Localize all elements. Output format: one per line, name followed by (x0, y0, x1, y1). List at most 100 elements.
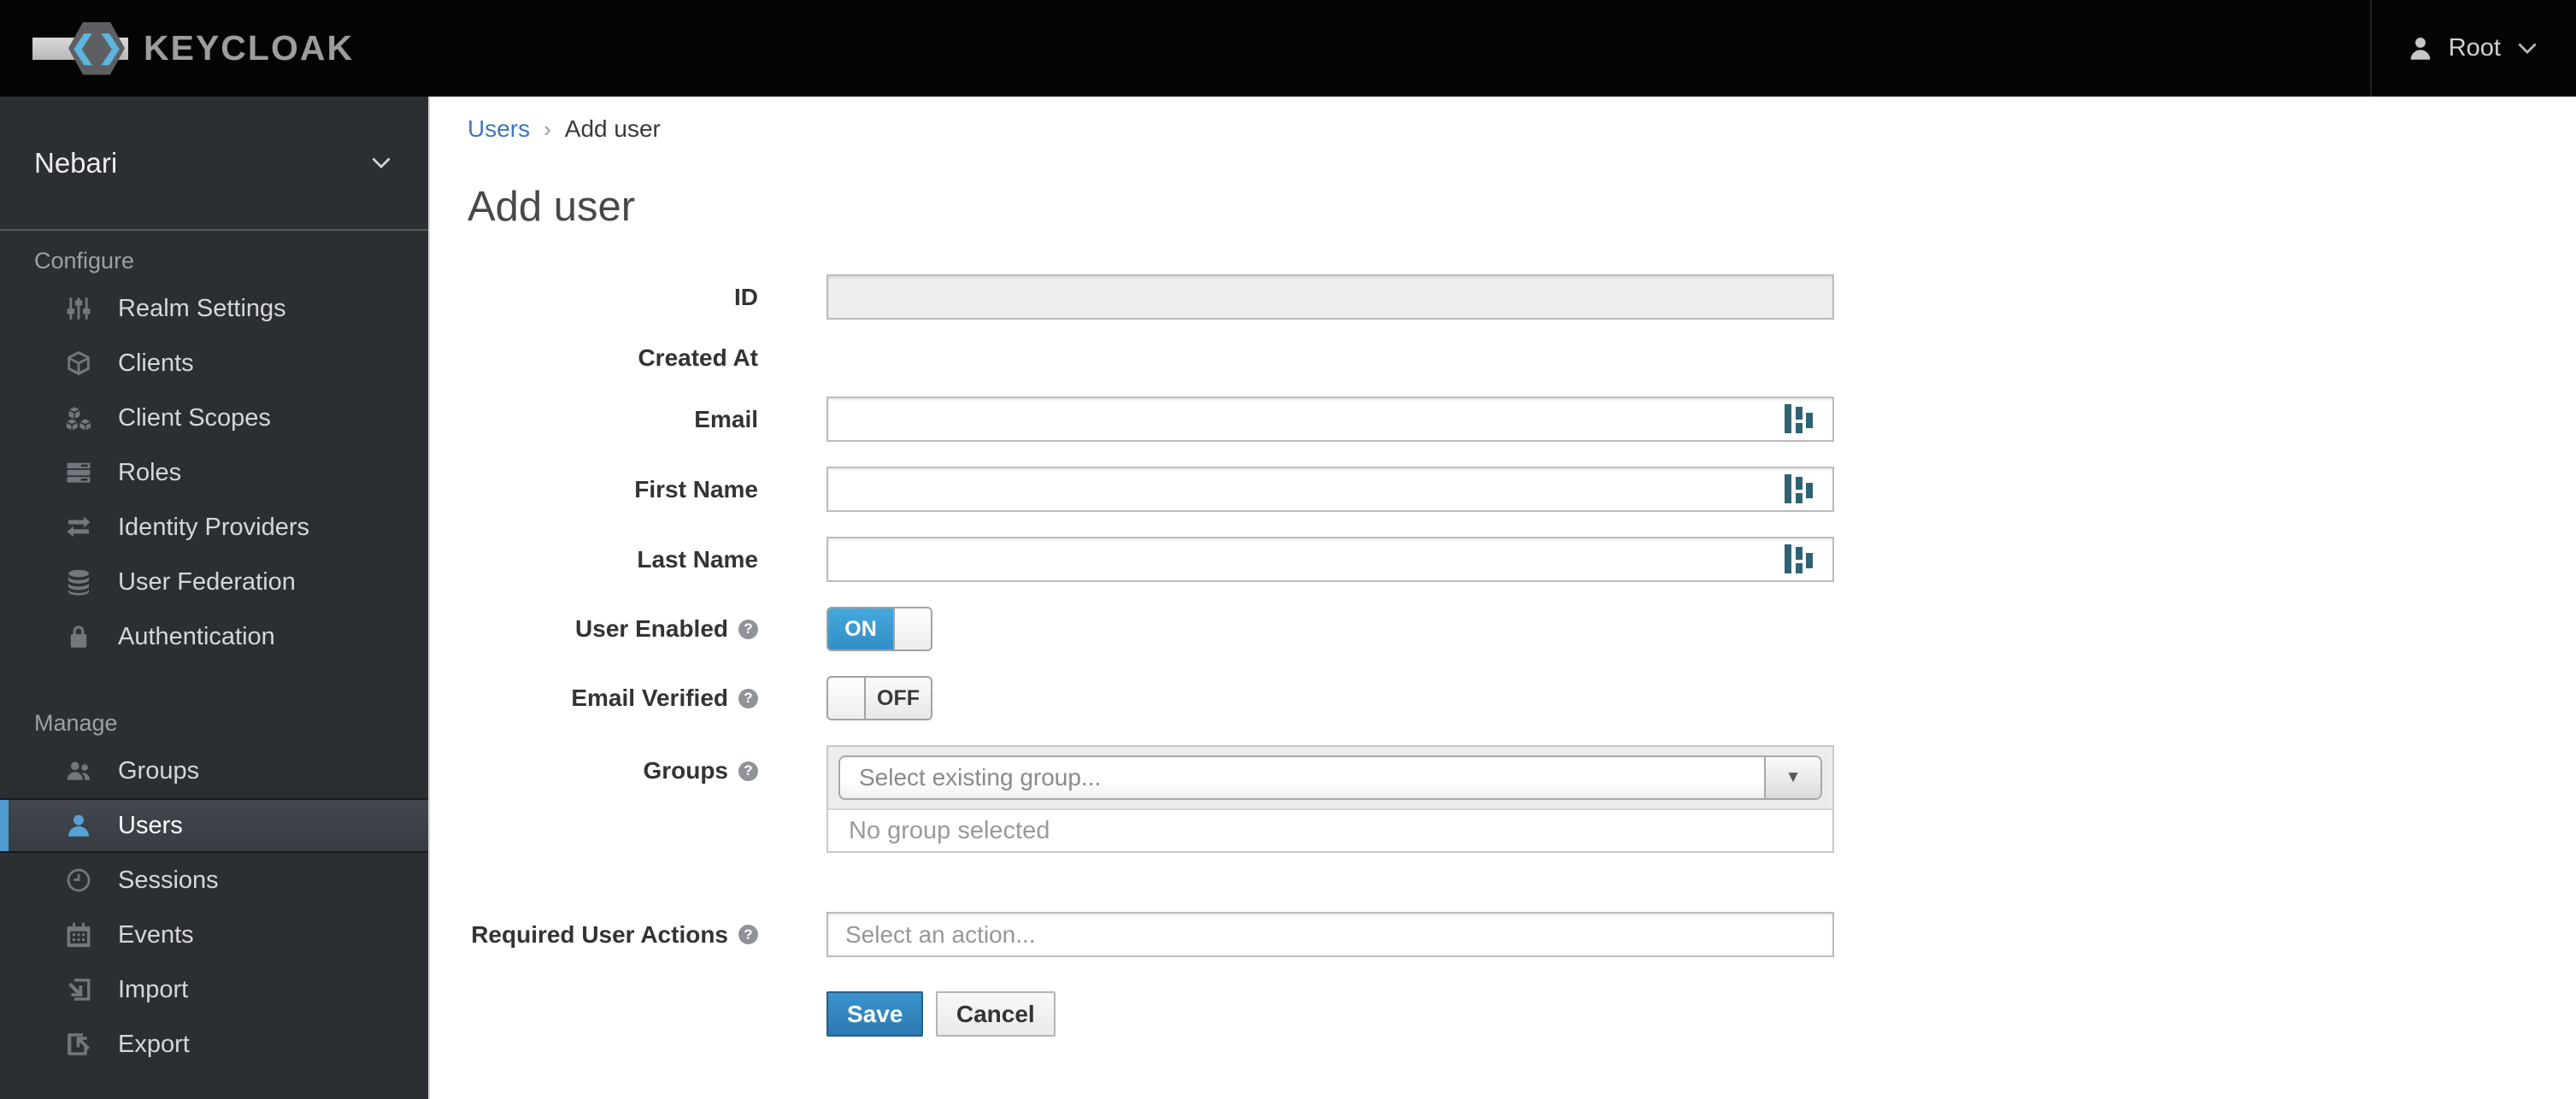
help-icon[interactable]: ? (738, 619, 758, 639)
toggle-on-label: ON (828, 608, 893, 649)
sidebar-item-label: Users (118, 811, 183, 839)
section-label-manage: Manage (34, 710, 118, 736)
breadcrumb: Users › Add user (468, 115, 2576, 143)
email-verified-toggle[interactable]: OFF (826, 676, 932, 720)
sliders-icon (63, 293, 94, 324)
id-field (826, 274, 1834, 320)
toggle-handle (828, 678, 866, 719)
help-icon[interactable]: ? (738, 688, 758, 708)
breadcrumb-users-link[interactable]: Users (468, 115, 530, 143)
breadcrumb-separator: › (544, 115, 551, 142)
sidebar-item-label: Authentication (118, 622, 275, 650)
sidebar-item-label: Events (118, 920, 194, 949)
toggle-handle (893, 608, 931, 649)
email-field[interactable] (826, 397, 1834, 442)
sidebar-item-export[interactable]: Export (0, 1017, 428, 1072)
sidebar-item-identity-providers[interactable]: Identity Providers (0, 500, 428, 555)
email-verified-label: Email Verified (571, 685, 728, 711)
sidebar-item-import[interactable]: Import (0, 962, 428, 1017)
first-name-label: First Name (634, 475, 758, 502)
sidebar-item-sessions[interactable]: Sessions (0, 853, 428, 908)
email-verified-row: Email Verified ? OFF (468, 676, 2576, 720)
sidebar-item-authentication[interactable]: Authentication (0, 609, 428, 664)
user-menu-label: Root (2448, 34, 2501, 62)
page-title: Add user (468, 184, 636, 230)
last-name-label: Last Name (637, 545, 758, 573)
list-icon (63, 457, 94, 488)
help-icon[interactable]: ? (738, 925, 758, 944)
keycloak-hexagon-icon: ❮❯ (32, 21, 135, 75)
chevron-down-icon (2518, 43, 2537, 54)
save-button[interactable]: Save (826, 991, 924, 1037)
users-group-icon (63, 755, 94, 786)
sidebar-item-roles[interactable]: Roles (0, 445, 428, 500)
sidebar-item-events[interactable]: Events (0, 908, 428, 962)
toggle-off-label: OFF (866, 678, 931, 719)
cube-icon (63, 348, 94, 379)
realm-name: Nebari (34, 146, 118, 179)
groups-widget: Select existing group... ▼ No group sele… (826, 745, 1834, 853)
user-enabled-toggle[interactable]: ON (826, 607, 932, 651)
cubes-icon (63, 403, 94, 433)
password-manager-icon[interactable] (1785, 404, 1815, 435)
dropdown-arrow-icon: ▼ (1785, 768, 1802, 786)
keycloak-logo[interactable]: ❮❯ KEYCLOAK (32, 0, 354, 97)
password-manager-icon[interactable] (1785, 544, 1815, 575)
first-name-field[interactable] (826, 467, 1834, 512)
sidebar-item-user-federation[interactable]: User Federation (0, 555, 428, 609)
sidebar-item-label: Sessions (118, 866, 219, 894)
groups-select[interactable]: Select existing group... ▼ (838, 755, 1822, 800)
add-user-form: ID Created At Email First Name Last Name… (468, 274, 2576, 1037)
help-icon[interactable]: ? (738, 761, 758, 781)
user-enabled-label: User Enabled (575, 615, 728, 642)
required-actions-label: Required User Actions (471, 920, 728, 948)
chevron-down-icon (372, 157, 391, 168)
created-at-label: Created At (638, 344, 758, 371)
sidebar-item-users[interactable]: Users (0, 798, 428, 853)
sidebar-item-groups[interactable]: Groups (0, 743, 428, 798)
user-menu[interactable]: Root (2369, 0, 2576, 97)
created-at-row: Created At (468, 344, 2576, 372)
realm-selector[interactable]: Nebari (0, 97, 428, 231)
groups-select-placeholder: Select existing group... (859, 764, 1102, 790)
sidebar: Nebari Configure Realm Settings Clients … (0, 97, 430, 1099)
id-row: ID (468, 274, 2576, 320)
required-actions-field[interactable] (826, 912, 1834, 957)
section-label-configure: Configure (34, 248, 135, 273)
last-name-field[interactable] (826, 537, 1834, 582)
user-icon (63, 810, 94, 841)
sidebar-item-label: Client Scopes (118, 403, 271, 432)
id-label: ID (734, 283, 758, 310)
user-avatar-icon (2410, 37, 2431, 60)
sidebar-item-clients[interactable]: Clients (0, 336, 428, 391)
email-label: Email (694, 405, 758, 432)
sidebar-item-realm-settings[interactable]: Realm Settings (0, 281, 428, 336)
groups-label: Groups (643, 757, 728, 784)
groups-row: Groups ? Select existing group... ▼ No g… (468, 745, 2576, 853)
sidebar-item-label: Export (118, 1030, 190, 1058)
sidebar-item-label: Import (118, 975, 189, 1003)
sidebar-item-label: Identity Providers (118, 513, 310, 541)
lock-icon (63, 621, 94, 652)
form-buttons-row: Save Cancel (468, 991, 2576, 1037)
cancel-button[interactable]: Cancel (935, 991, 1056, 1037)
export-icon (63, 1029, 94, 1060)
dropdown-arrow-button[interactable]: ▼ (1764, 757, 1820, 798)
brand-title: KEYCLOAK (144, 28, 355, 68)
email-row: Email (468, 397, 2576, 442)
groups-empty-text: No group selected (828, 808, 1832, 851)
main-content: Users › Add user Add user ID Created At … (432, 97, 2576, 1099)
database-icon (63, 567, 94, 597)
keycloak-chevrons-glyph: ❮❯ (70, 28, 126, 64)
user-enabled-row: User Enabled ? ON (468, 607, 2576, 651)
top-bar: ❮❯ KEYCLOAK Root (0, 0, 2576, 97)
first-name-row: First Name (468, 467, 2576, 512)
clock-icon (63, 865, 94, 896)
calendar-icon (63, 920, 94, 950)
sidebar-item-label: Roles (118, 458, 182, 486)
sidebar-item-label: User Federation (118, 567, 296, 596)
sidebar-item-client-scopes[interactable]: Client Scopes (0, 391, 428, 445)
sidebar-item-label: Clients (118, 349, 194, 377)
sidebar-item-label: Realm Settings (118, 294, 286, 322)
password-manager-icon[interactable] (1785, 474, 1815, 505)
